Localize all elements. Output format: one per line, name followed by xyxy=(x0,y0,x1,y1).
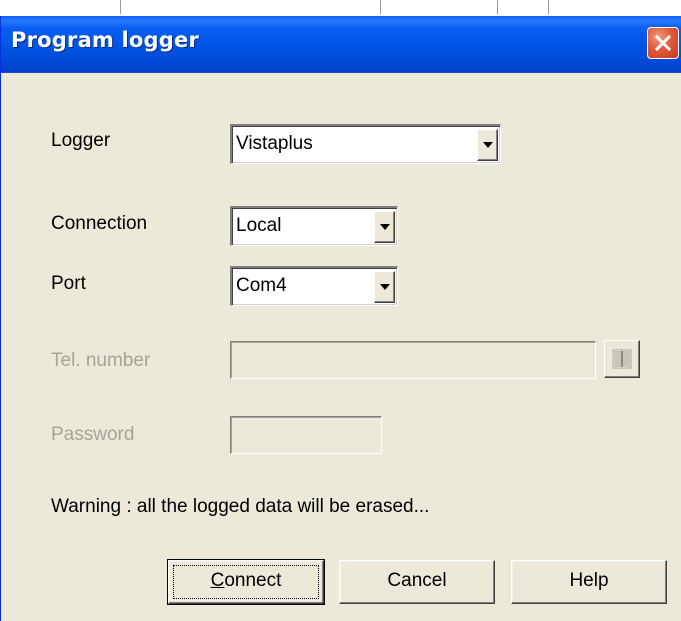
cancel-button[interactable]: Cancel xyxy=(339,560,495,604)
background-divider xyxy=(380,0,381,14)
background-divider xyxy=(497,0,498,14)
phonebook-button[interactable] xyxy=(604,340,640,378)
phonebook-icon xyxy=(612,349,632,369)
logger-dropdown-button[interactable] xyxy=(477,129,498,161)
connection-label: Connection xyxy=(51,213,148,234)
warning-text: Warning : all the logged data will be er… xyxy=(51,496,430,517)
logger-select-value: Vistaplus xyxy=(236,133,313,154)
logger-select[interactable]: Vistaplus xyxy=(230,124,501,164)
chevron-down-icon xyxy=(379,284,390,290)
chevron-down-icon xyxy=(482,142,493,148)
port-select[interactable]: Com4 xyxy=(230,266,398,306)
close-button[interactable] xyxy=(647,27,679,59)
help-button[interactable]: Help xyxy=(511,560,667,604)
background-divider xyxy=(120,0,121,14)
connect-button[interactable]: Connect xyxy=(167,559,325,605)
close-icon xyxy=(654,34,672,52)
focus-rectangle xyxy=(173,565,319,599)
dialog-title: Program logger xyxy=(11,28,200,52)
port-select-value: Com4 xyxy=(236,275,287,296)
background-window-strip xyxy=(0,0,681,16)
tel-number-label: Tel. number xyxy=(51,350,151,371)
connection-select[interactable]: Local xyxy=(230,206,398,246)
chevron-down-icon xyxy=(379,224,390,230)
tel-number-input[interactable] xyxy=(230,341,596,379)
port-dropdown-button[interactable] xyxy=(374,271,395,303)
connection-dropdown-button[interactable] xyxy=(374,211,395,243)
program-logger-dialog: Program logger Logger Vistaplus Connecti… xyxy=(0,16,681,621)
password-label: Password xyxy=(51,424,135,445)
password-input[interactable] xyxy=(230,416,382,454)
port-label: Port xyxy=(51,273,86,294)
title-bar[interactable]: Program logger xyxy=(1,16,681,73)
background-divider xyxy=(548,0,549,14)
connection-select-value: Local xyxy=(236,215,282,236)
logger-label: Logger xyxy=(51,130,111,151)
